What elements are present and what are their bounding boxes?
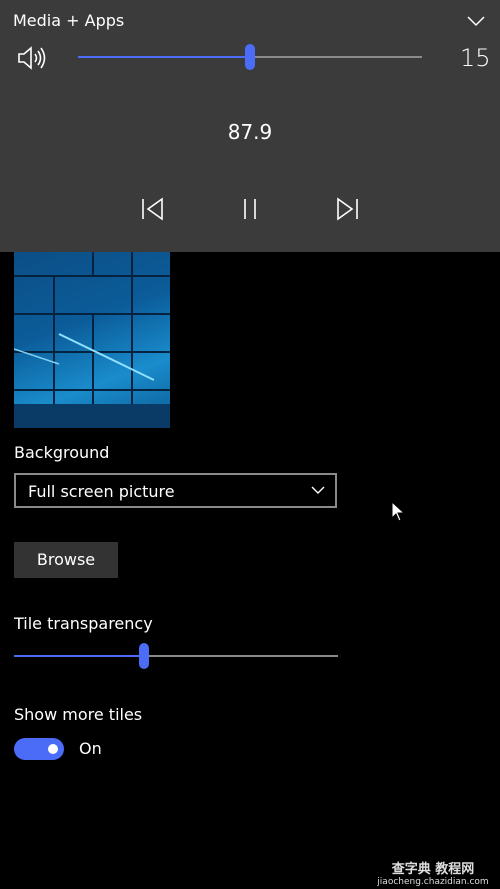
previous-icon[interactable] bbox=[140, 196, 166, 222]
chevron-down-icon[interactable] bbox=[466, 14, 486, 28]
background-dropdown[interactable]: Full screen picture bbox=[14, 473, 337, 508]
watermark-logo: 查字典 教程网 jiaocheng.chazidian.com bbox=[377, 862, 489, 887]
tile-transparency-thumb[interactable] bbox=[138, 643, 149, 669]
tile-transparency-slider[interactable] bbox=[14, 643, 338, 669]
panel-title: Media + Apps bbox=[13, 11, 125, 30]
media-apps-panel: Media + Apps 15 87.9 bbox=[0, 0, 500, 252]
speaker-icon[interactable] bbox=[17, 45, 47, 71]
volume-slider[interactable] bbox=[78, 44, 422, 70]
next-icon[interactable] bbox=[335, 196, 361, 222]
background-label: Background bbox=[14, 443, 110, 462]
start-preview-image bbox=[14, 252, 170, 428]
show-more-tiles-label: Show more tiles bbox=[14, 705, 143, 724]
tile-transparency-label: Tile transparency bbox=[14, 614, 153, 633]
mouse-cursor-icon bbox=[391, 501, 405, 522]
volume-value: 15 bbox=[460, 44, 491, 72]
background-dropdown-value: Full screen picture bbox=[28, 482, 175, 501]
show-more-tiles-toggle[interactable] bbox=[14, 738, 64, 760]
volume-slider-thumb[interactable] bbox=[245, 44, 255, 70]
toggle-state-label: On bbox=[79, 739, 102, 758]
station-text: 87.9 bbox=[227, 120, 273, 144]
pause-icon[interactable] bbox=[237, 196, 263, 222]
browse-button[interactable]: Browse bbox=[14, 542, 118, 578]
chevron-down-icon bbox=[311, 486, 325, 494]
